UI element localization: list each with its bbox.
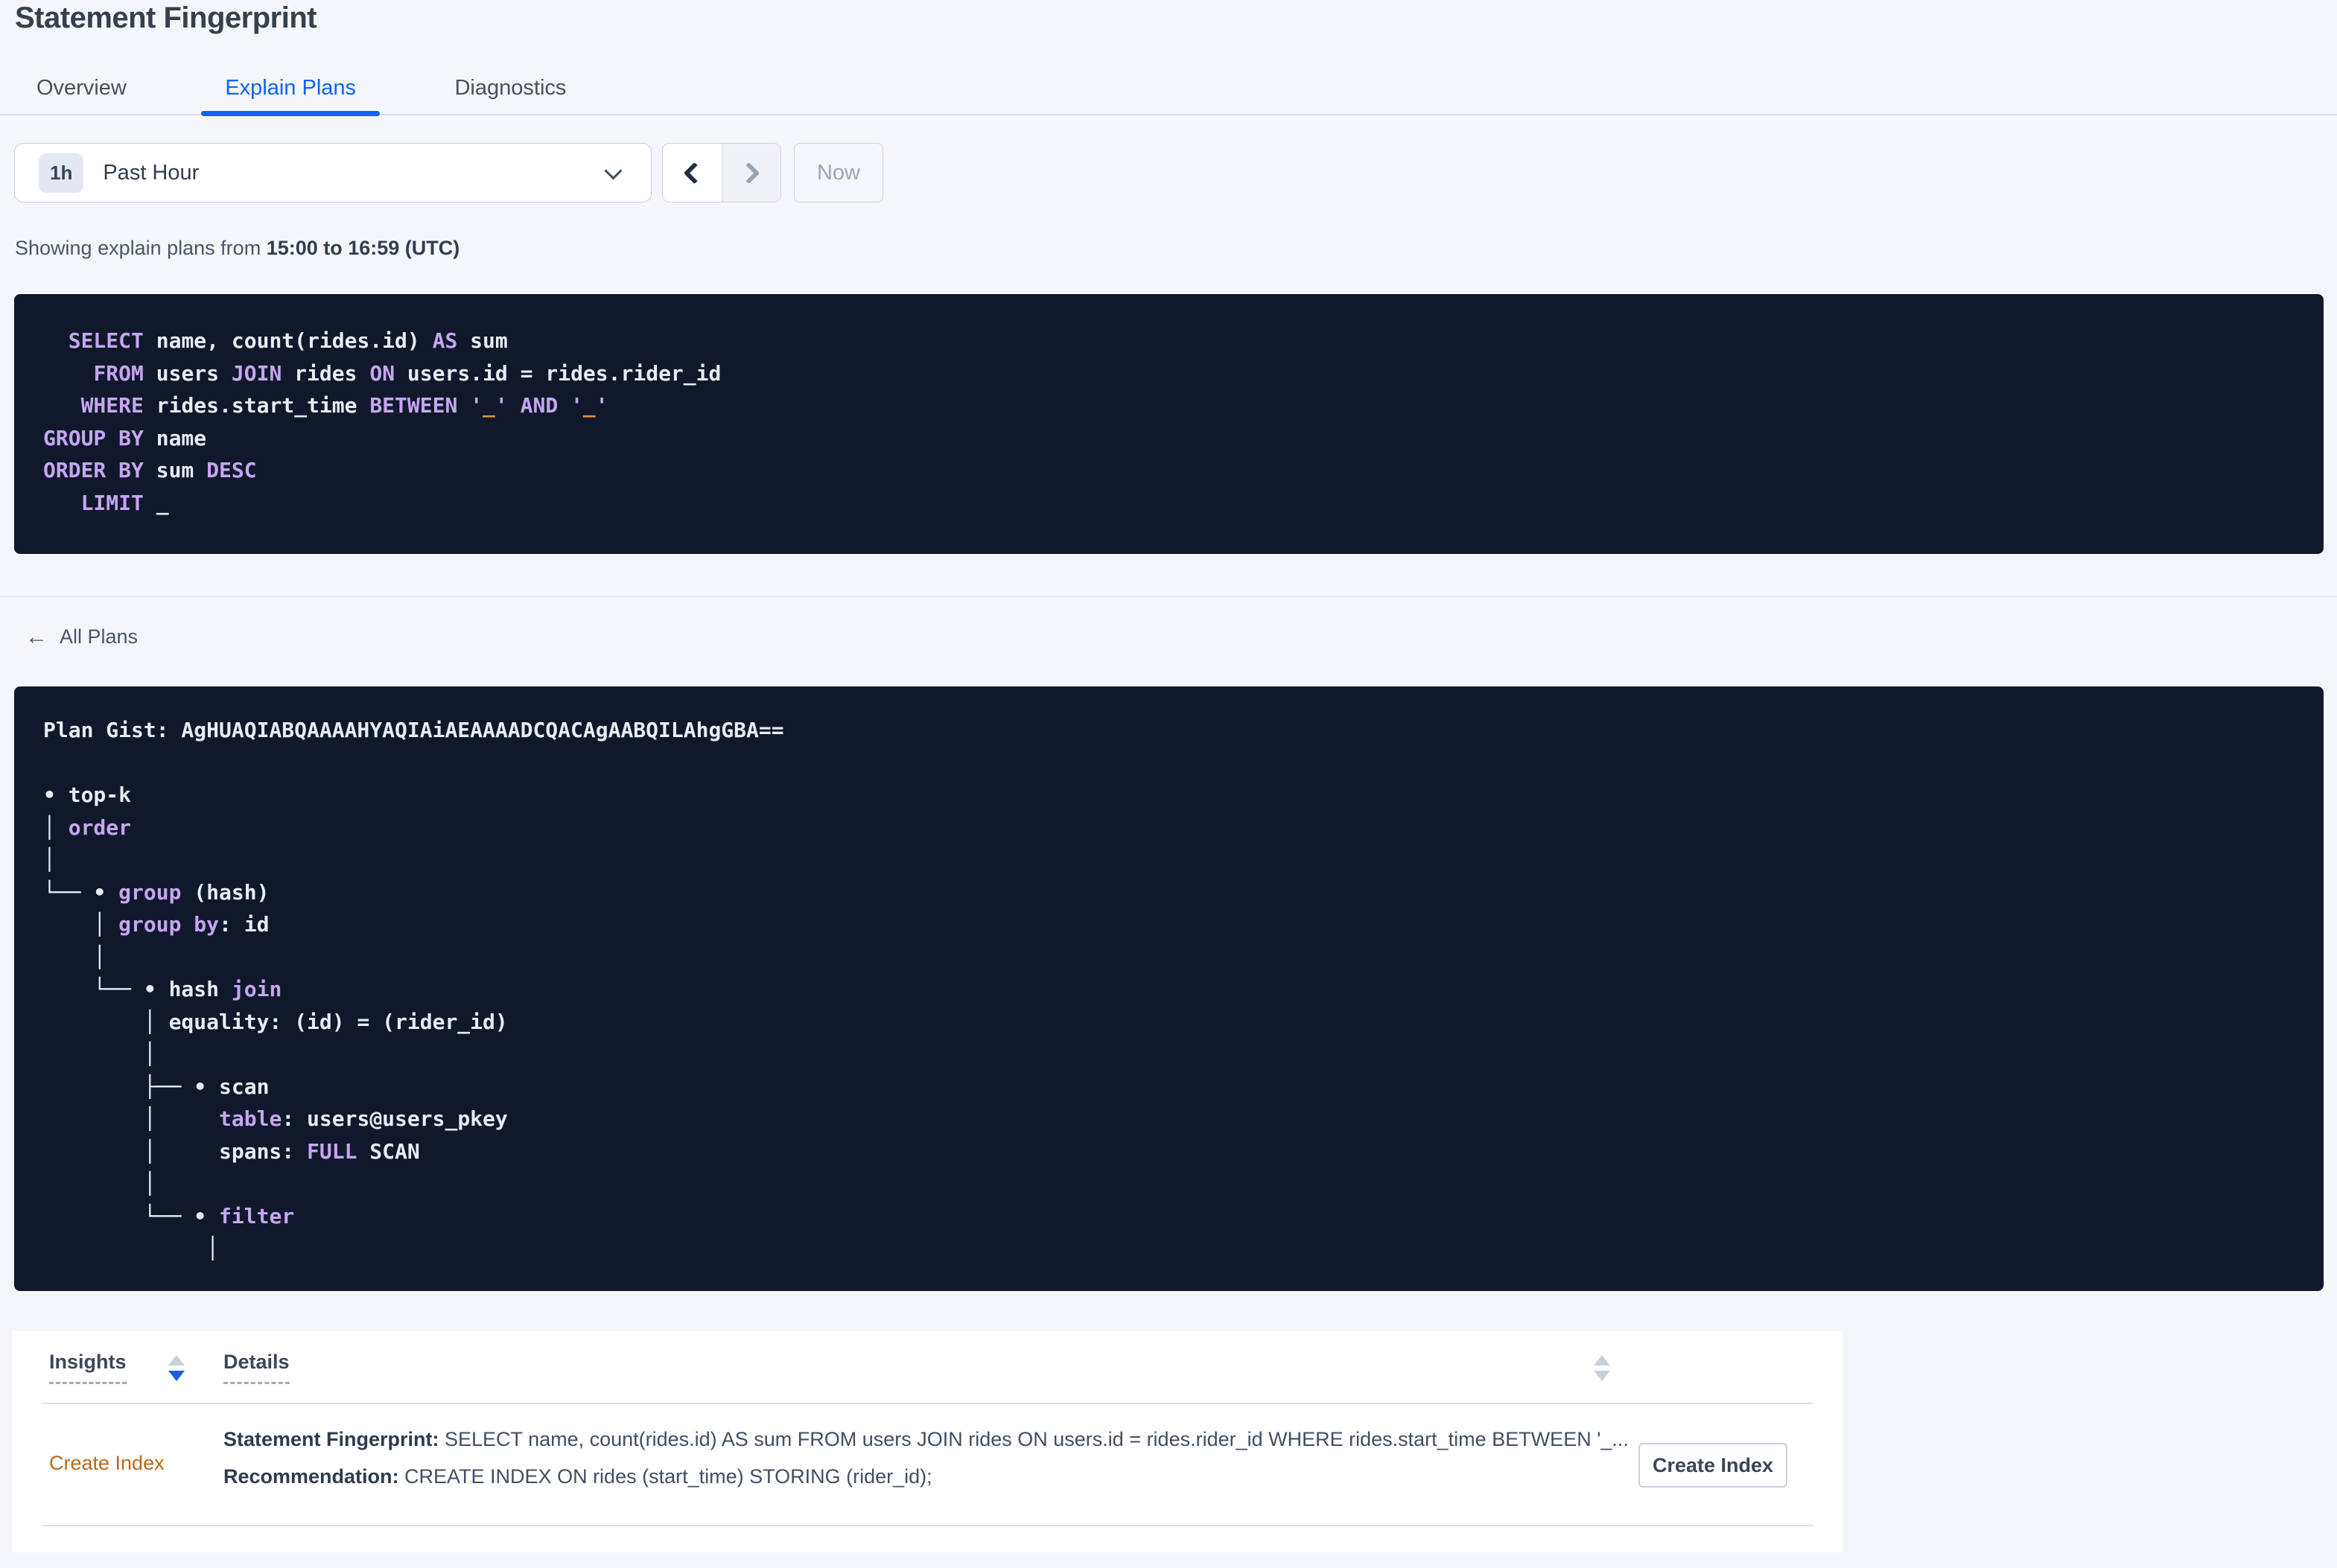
chevron-down-icon <box>604 162 623 180</box>
details-recommendation-line: Recommendation: CREATE INDEX ON rides (s… <box>223 1465 932 1488</box>
fingerprint-text: SELECT name, count(rides.id) AS sum FROM… <box>439 1428 1629 1450</box>
showing-range-bold: 15:00 to 16:59 (UTC) <box>266 237 460 259</box>
sort-down-triangle-icon <box>1594 1371 1610 1381</box>
plan-gist-box: Plan Gist: AgHUAQIABQAAAAHYAQIAiAEAAAADC… <box>14 686 2324 1291</box>
column-header-insights-label: Insights <box>49 1351 127 1384</box>
prev-time-button[interactable] <box>663 144 722 202</box>
next-time-button[interactable] <box>721 144 780 202</box>
arrow-left-icon: ← <box>25 624 48 649</box>
showing-prefix: Showing explain plans from <box>15 237 267 259</box>
create-index-button[interactable]: Create Index <box>1638 1443 1787 1488</box>
sql-code: SELECT name, count(rides.id) AS sum FROM… <box>43 328 722 515</box>
sql-statement-box: SELECT name, count(rides.id) AS sum FROM… <box>14 294 2324 554</box>
column-header-details-label: Details <box>223 1351 290 1384</box>
sort-down-triangle-icon <box>168 1371 185 1381</box>
gist-tree: • top-k │ order │ └── • group (hash) │ grou… <box>43 783 508 1261</box>
time-range-badge: 1h <box>39 153 84 193</box>
fingerprint-label: Statement Fingerprint: <box>223 1428 439 1450</box>
plan-gist-header: Plan Gist: AgHUAQIABQAAAAHYAQIAiAEAAAADC… <box>43 718 784 742</box>
tab-bar: Overview Explain Plans Diagnostics <box>0 76 2337 116</box>
table-header-divider <box>42 1403 1813 1404</box>
tab-overview[interactable]: Overview <box>36 76 127 114</box>
insight-type-link[interactable]: Create Index <box>49 1452 165 1475</box>
tab-explain-plans[interactable]: Explain Plans <box>201 76 380 116</box>
insights-table-card: Insights Details Create Index Statement … <box>12 1331 1842 1552</box>
all-plans-label: All Plans <box>60 625 139 648</box>
column-header-details[interactable]: Details <box>223 1351 290 1384</box>
table-row-divider <box>42 1525 1813 1526</box>
sort-up-triangle-icon <box>168 1355 185 1365</box>
chevron-right-icon <box>737 162 760 184</box>
details-fingerprint-line: Statement Fingerprint: SELECT name, coun… <box>223 1428 1629 1451</box>
time-nav-button-group <box>662 143 781 203</box>
all-plans-link[interactable]: ← All Plans <box>25 625 138 648</box>
sort-up-triangle-icon <box>1594 1355 1610 1365</box>
section-divider <box>0 596 2337 597</box>
recommendation-text: CREATE INDEX ON rides (start_time) STORI… <box>398 1465 932 1488</box>
sort-icon-insights[interactable] <box>168 1355 185 1381</box>
column-header-insights[interactable]: Insights <box>49 1351 127 1384</box>
sort-icon-details[interactable] <box>1594 1355 1610 1381</box>
page-title: Statement Fingerprint <box>15 1 317 34</box>
time-range-label: Past Hour <box>103 160 200 185</box>
chevron-left-icon <box>683 162 706 184</box>
showing-range-text: Showing explain plans from 15:00 to 16:5… <box>15 237 460 260</box>
recommendation-label: Recommendation: <box>223 1465 399 1488</box>
tab-diagnostics[interactable]: Diagnostics <box>454 76 566 114</box>
time-range-dropdown[interactable]: 1h Past Hour <box>14 143 652 203</box>
now-button[interactable]: Now <box>794 143 883 203</box>
